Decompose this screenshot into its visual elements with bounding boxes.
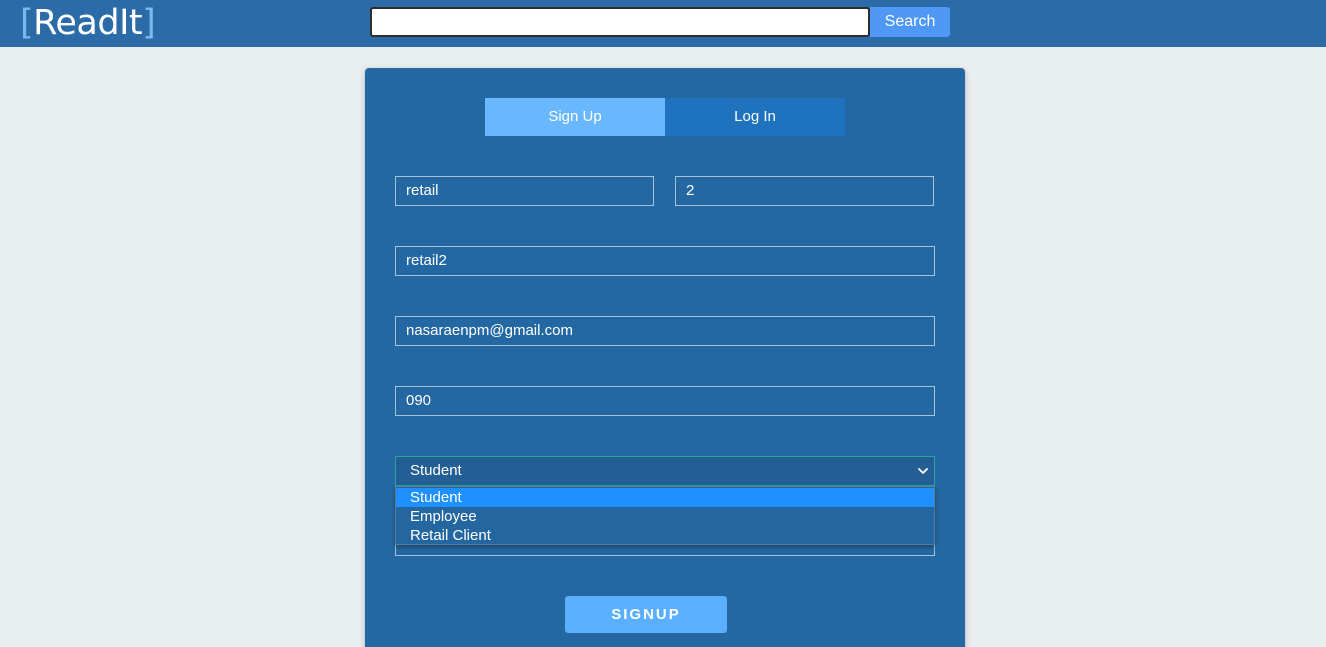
user-type-dropdown-list: Student Employee Retail Client — [395, 486, 935, 545]
user-type-selected-value: Student — [410, 462, 462, 479]
search-input[interactable] — [370, 7, 870, 37]
username-field[interactable]: retail2 — [395, 246, 935, 276]
signup-form-card: Sign Up Log In retail 2 retail2 nasaraen… — [365, 68, 965, 647]
tab-sign-up[interactable]: Sign Up — [485, 98, 665, 136]
logo-text: ReadIt — [33, 3, 143, 43]
email-field[interactable]: nasaraenpm@gmail.com — [395, 316, 935, 346]
dropdown-option-employee[interactable]: Employee — [396, 507, 934, 526]
chevron-down-icon — [918, 468, 928, 474]
search-button[interactable]: Search — [870, 7, 950, 37]
user-type-select[interactable]: Student — [395, 456, 935, 486]
tab-log-in[interactable]: Log In — [665, 98, 845, 136]
first-name-field[interactable]: retail — [395, 176, 654, 206]
logo-open-bracket: [ — [20, 3, 34, 43]
dropdown-option-retail-client[interactable]: Retail Client — [396, 526, 934, 545]
top-navbar: [ReadIt] Search — [0, 0, 1326, 47]
readit-logo[interactable]: [ReadIt] — [20, 2, 156, 44]
phone-field[interactable]: 090 — [395, 386, 935, 416]
last-name-field[interactable]: 2 — [675, 176, 934, 206]
signup-button[interactable]: SIGNUP — [565, 596, 727, 633]
dropdown-option-student[interactable]: Student — [396, 488, 934, 507]
logo-close-bracket: ] — [142, 3, 156, 43]
